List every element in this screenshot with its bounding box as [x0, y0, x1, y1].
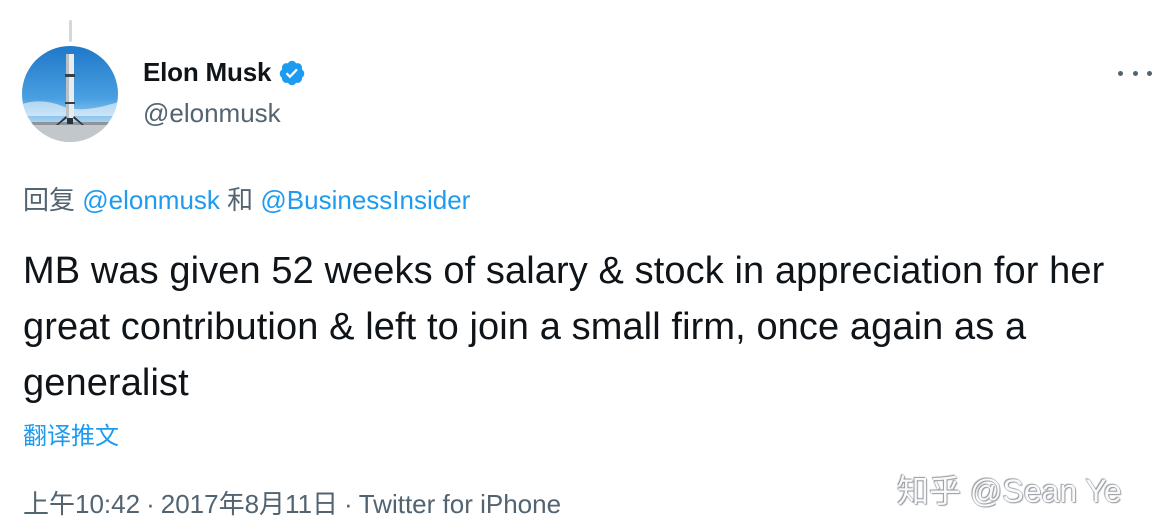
tweet-source-link[interactable]: Twitter for iPhone: [359, 489, 561, 519]
watermark: 知乎 @Sean Ye: [897, 473, 1122, 509]
more-icon: [1132, 70, 1138, 76]
author-name-row[interactable]: Elon Musk: [143, 57, 306, 88]
verified-badge-icon: [278, 59, 306, 87]
avatar[interactable]: [22, 46, 118, 142]
reply-conjunction: 和: [227, 185, 254, 215]
meta-separator: ·: [146, 489, 155, 519]
thread-connector-line: [69, 20, 72, 42]
replying-to: 回复 @elonmusk 和 @BusinessInsider: [23, 180, 470, 217]
meta-separator: ·: [344, 489, 353, 519]
reply-prefix: 回复: [23, 185, 76, 215]
reply-mention-link[interactable]: @BusinessInsider: [260, 185, 470, 215]
tweet-text: MB was given 52 weeks of salary & stock …: [23, 250, 1105, 404]
author-handle[interactable]: @elonmusk: [143, 98, 281, 129]
more-icon: [1147, 70, 1152, 76]
tweet-time[interactable]: 上午10:42: [23, 489, 140, 519]
tweet-metadata: 上午10:42 · 2017年8月11日 · Twitter for iPhone: [23, 484, 561, 521]
rocket-avatar-icon: [22, 46, 118, 142]
author-display-name[interactable]: Elon Musk: [143, 57, 271, 88]
translate-tweet-link[interactable]: 翻译推文: [23, 416, 119, 451]
tweet-date[interactable]: 2017年8月11日: [161, 489, 338, 519]
reply-mention-link[interactable]: @elonmusk: [82, 185, 220, 215]
more-options-button[interactable]: [1118, 62, 1152, 84]
tweet-card: Elon Musk @elonmusk 回复 @elonmusk 和 @Busi…: [0, 0, 1168, 532]
more-icon: [1118, 70, 1123, 76]
